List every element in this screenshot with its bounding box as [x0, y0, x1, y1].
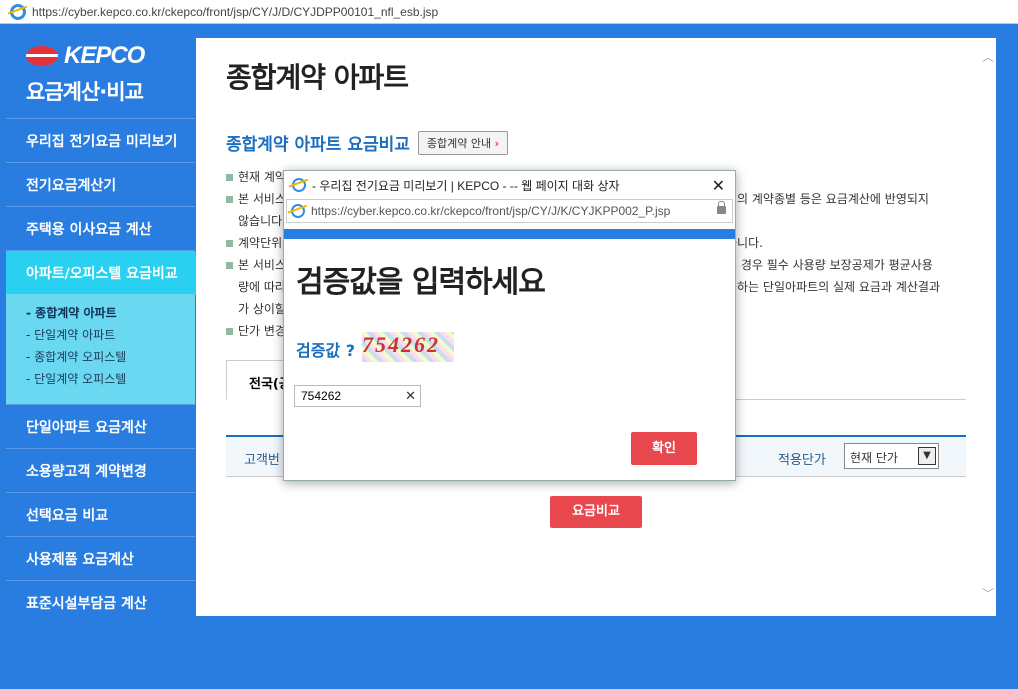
guide-button-label: 종합계약 안내 — [426, 136, 492, 150]
submenu-item-combined-apartment[interactable]: - 종합계약 아파트 — [26, 302, 195, 324]
sidebar-menu: 우리집 전기요금 미리보기 전기요금계산기 주택용 이사요금 계산 아파트/오피… — [6, 118, 213, 624]
scroll-up-icon[interactable]: ︿ — [982, 48, 994, 65]
rate-select[interactable]: 현재 단가 ▼ — [844, 443, 939, 469]
captcha-input-value: 754262 — [301, 389, 342, 403]
ie-icon — [292, 178, 306, 192]
sidebar-item-apartment-compare[interactable]: 아파트/오피스텔 요금비교 — [6, 250, 213, 295]
captcha-image: 754262 — [362, 332, 454, 362]
dialog-title: - 우리집 전기요금 미리보기 | KEPCO - -- 웹 페이지 대화 상자 — [312, 178, 620, 193]
sidebar-item-moving[interactable]: 주택용 이사요금 계산 — [6, 206, 195, 250]
submenu-item-single-officetel[interactable]: - 단일계약 오피스텔 — [26, 368, 195, 390]
sidebar-item-preview[interactable]: 우리집 전기요금 미리보기 — [6, 118, 195, 162]
dialog-heading: 검증값을 입력하세요 — [296, 265, 546, 300]
scrollbar[interactable]: ︿ ﹀ — [978, 38, 996, 616]
captcha-question: 검증값 ? — [296, 341, 356, 360]
confirm-button[interactable]: 확인 — [631, 432, 697, 465]
section-title-text: 종합계약 아파트 요금비교 — [226, 135, 410, 155]
address-bar[interactable]: https://cyber.kepco.co.kr/ckepco/front/j… — [0, 0, 1018, 24]
section-title: 종합계약 아파트 요금비교 종합계약 안내 › — [226, 130, 509, 155]
ie-icon — [10, 3, 26, 20]
guide-button[interactable]: 종합계약 안내 › — [417, 130, 509, 155]
chevron-down-icon[interactable]: ▼ — [918, 447, 936, 465]
rate-select-value: 현재 단가 — [850, 451, 898, 465]
logo[interactable]: KEPCO 요금계산·비교 — [6, 24, 195, 118]
captcha-input[interactable]: 754262 ✕ — [294, 385, 421, 407]
dialog-url: https://cyber.kepco.co.kr/ckepco/front/j… — [311, 204, 671, 218]
lock-icon — [717, 201, 726, 214]
dialog-window: - 우리집 전기요금 미리보기 | KEPCO - -- 웹 페이지 대화 상자… — [283, 170, 736, 481]
logo-subtitle: 요금계산·비교 — [26, 80, 144, 104]
submenu-item-single-apartment[interactable]: - 단일계약 아파트 — [26, 324, 195, 346]
address-url[interactable]: https://cyber.kepco.co.kr/ckepco/front/j… — [32, 5, 438, 19]
sidebar-item-single-apartment[interactable]: 단일아파트 요금계산 — [6, 404, 195, 448]
sidebar-item-product-rate[interactable]: 사용제품 요금계산 — [6, 536, 195, 580]
sidebar-item-optional-rate[interactable]: 선택요금 비교 — [6, 492, 195, 536]
dialog-titlebar: - 우리집 전기요금 미리보기 | KEPCO - -- 웹 페이지 대화 상자… — [284, 171, 735, 199]
clear-icon[interactable]: ✕ — [405, 388, 416, 404]
chevron-right-icon: › — [494, 136, 500, 150]
submenu-item-combined-officetel[interactable]: - 종합계약 오피스텔 — [26, 346, 195, 368]
close-icon[interactable]: ✕ — [712, 176, 725, 196]
kepco-logo-icon — [26, 46, 58, 66]
ie-icon — [291, 204, 305, 218]
dialog-header-bar — [284, 229, 735, 239]
sidebar-item-facility-charge[interactable]: 표준시설부담금 계산 — [6, 580, 195, 624]
page-title: 종합계약 아파트 — [226, 61, 409, 94]
sidebar: KEPCO 요금계산·비교 우리집 전기요금 미리보기 전기요금계산기 주택용 … — [6, 24, 213, 689]
dialog-url-bar: https://cyber.kepco.co.kr/ckepco/front/j… — [286, 199, 733, 223]
sidebar-item-calculator[interactable]: 전기요금계산기 — [6, 162, 195, 206]
compare-button[interactable]: 요금비교 — [550, 496, 642, 528]
scroll-down-icon[interactable]: ﹀ — [982, 585, 994, 602]
sidebar-item-small-contract[interactable]: 소용량고객 계약변경 — [6, 448, 195, 492]
sidebar-submenu: - 종합계약 아파트 - 단일계약 아파트 - 종합계약 오피스텔 - 단일계약… — [6, 294, 195, 404]
customer-number-label: 고객번 — [244, 453, 280, 468]
rate-label: 적용단가 — [778, 453, 826, 468]
logo-brand: KEPCO — [64, 42, 145, 69]
